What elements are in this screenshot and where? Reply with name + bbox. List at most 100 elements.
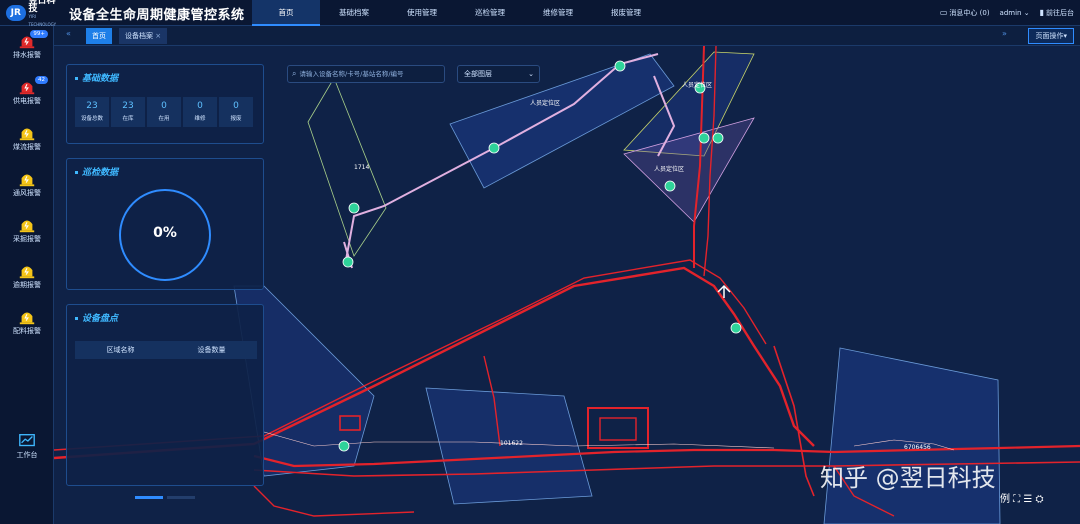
stat-value: 0 — [197, 101, 203, 111]
sidebar-item-drainage-alarm[interactable]: 99+ 排水报警 — [0, 30, 54, 60]
user-menu[interactable]: admin ⌄ — [1000, 9, 1030, 17]
stat-label: 设备总数 — [80, 116, 103, 122]
stat-scrapped: 0 报废 — [219, 97, 253, 127]
stat-value: 23 — [122, 101, 134, 111]
tabs-scroll-right-icon[interactable]: » — [1002, 29, 1007, 38]
chevron-down-icon: ⌄ — [1023, 9, 1030, 17]
sidebar-item-label: 供电报警 — [13, 97, 41, 105]
user-name: admin — [999, 9, 1022, 17]
stat-in-use: 0 在用 — [147, 97, 181, 127]
sidebar-item-material-alarm[interactable]: 配料报警 — [0, 308, 54, 336]
search-icon: ⌕ — [292, 69, 297, 78]
stat-value: 23 — [86, 101, 98, 111]
red-alarm-icon — [19, 82, 35, 95]
map-label: 101622 — [500, 440, 523, 447]
map-label: 人员定位区 — [682, 82, 713, 89]
sidebar-item-coal-flow-alarm[interactable]: 煤流报警 — [0, 124, 54, 152]
workbench-label: 工作台 — [16, 451, 38, 459]
sidebar-item-label: 排水报警 — [13, 51, 41, 59]
column-area-name: 区域名称 — [106, 346, 135, 354]
nav-usage-management[interactable]: 使用管理 — [388, 0, 456, 26]
message-center-label: 消息中心 (0) — [949, 9, 990, 17]
map-label: 人员定位区 — [530, 100, 561, 107]
nav-inspection-management[interactable]: 巡检管理 — [456, 0, 524, 26]
sidebar-item-overdue-alarm[interactable]: 逾期报警 — [0, 262, 54, 290]
inspection-percent: 0% — [153, 225, 177, 241]
workbench-button[interactable]: 工作台 — [0, 432, 54, 460]
top-bar: JR 翌日科技 YIRI TECHNOLOGY 设备全生命周期健康管控系统 首页… — [0, 0, 1080, 27]
inventory-table-header: 区域名称 设备数量 — [75, 341, 257, 359]
pager-dot-active[interactable] — [135, 496, 163, 499]
sidebar-item-power-alarm[interactable]: 42 供电报警 — [0, 76, 54, 106]
inventory-title: 设备盘点 — [75, 311, 118, 324]
map-tools[interactable]: 例 ⛶ ☰ ⛭ — [1000, 490, 1044, 505]
close-icon[interactable]: × — [155, 32, 161, 40]
tab-home[interactable]: 首页 — [86, 28, 112, 44]
goto-backend-link[interactable]: ▮ 前往后台 — [1040, 8, 1074, 18]
stat-in-stock: 23 在库 — [111, 97, 145, 127]
yellow-alarm-icon — [19, 128, 35, 141]
nav-scrap-management[interactable]: 报废管理 — [592, 0, 660, 26]
message-icon: ▭ — [939, 8, 948, 17]
company-logo: JR 翌日科技 YIRI TECHNOLOGY — [6, 0, 64, 27]
stat-value: 0 — [161, 101, 167, 111]
sidebar-item-mining-alarm[interactable]: 采掘报警 — [0, 216, 54, 244]
sidebar-item-label: 逾期报警 — [13, 281, 41, 289]
tabs-bar: « 首页 设备档案 × » 页面操作▾ — [54, 26, 1080, 46]
workbench-chart-icon — [19, 434, 35, 447]
stat-label: 在用 — [158, 116, 170, 122]
tabs-scroll-left-icon[interactable]: « — [66, 29, 71, 38]
caret-down-icon: ▾ — [1063, 32, 1067, 40]
device-search-input[interactable] — [299, 70, 440, 78]
sidebar-item-label: 煤流报警 — [13, 143, 41, 151]
inspection-data-title: 巡检数据 — [75, 165, 118, 178]
nav-basic-archive[interactable]: 基础档案 — [320, 0, 388, 26]
sidebar-item-label: 采掘报警 — [13, 235, 41, 243]
tab-device-archive[interactable]: 设备档案 × — [119, 28, 168, 44]
page-op-label: 页面操作 — [1035, 32, 1064, 40]
alarm-count-badge: 42 — [35, 76, 48, 84]
chevron-down-icon: ⌄ — [528, 70, 534, 78]
yellow-alarm-icon — [19, 174, 35, 187]
inventory-panel: 设备盘点 区域名称 设备数量 — [66, 304, 264, 486]
device-search-box[interactable]: ⌕ — [287, 65, 445, 83]
zone-polygon — [823, 347, 1001, 524]
sidebar-item-label: 通风报警 — [13, 189, 41, 197]
inspection-progress-ring: 0% — [119, 189, 211, 281]
yellow-alarm-icon — [19, 312, 35, 325]
message-center-link[interactable]: ▭ 消息中心 (0) — [940, 8, 990, 18]
nav-home[interactable]: 首页 — [252, 0, 320, 26]
system-title: 设备全生命周期健康管控系统 — [69, 8, 245, 23]
zone-polygon — [307, 77, 387, 257]
stat-repair: 0 维修 — [183, 97, 217, 127]
alarm-sidebar: 99+ 排水报警 42 供电报警 煤流报警 通风报警 采掘报警 逾期报警 配料报… — [0, 26, 54, 524]
layer-select-value: 全部图层 — [464, 70, 492, 78]
bar-chart-icon: ▮ — [1039, 8, 1044, 17]
logo-mark: JR — [6, 5, 26, 21]
stat-label: 在库 — [122, 116, 134, 122]
nav-repair-management[interactable]: 维修管理 — [524, 0, 592, 26]
stat-label: 维修 — [194, 116, 206, 122]
sidebar-item-ventilation-alarm[interactable]: 通风报警 — [0, 170, 54, 198]
stat-label: 报废 — [230, 116, 242, 122]
stat-value: 0 — [233, 101, 239, 111]
yellow-alarm-icon — [19, 220, 35, 233]
logo-cn: 翌日科技 — [28, 0, 56, 14]
sidebar-item-label: 配料报警 — [13, 327, 41, 335]
column-device-count: 设备数量 — [197, 346, 226, 354]
main-nav: 首页 基础档案 使用管理 巡检管理 维修管理 报废管理 — [252, 0, 660, 26]
tab-label: 设备档案 — [125, 32, 153, 40]
panel-pager[interactable] — [135, 496, 195, 499]
map-label: 1714 — [354, 164, 370, 171]
inspection-data-panel: 巡检数据 0% — [66, 158, 264, 290]
goto-backend-label: 前往后台 — [1046, 9, 1074, 17]
page-operation-button[interactable]: 页面操作▾ — [1028, 28, 1074, 44]
pager-dot[interactable] — [167, 496, 195, 499]
alarm-count-badge: 99+ — [30, 30, 48, 38]
basic-data-panel: 基础数据 23 设备总数 23 在库 0 在用 0 维修 0 报废 — [66, 64, 264, 144]
yellow-alarm-icon — [19, 266, 35, 279]
map-label: 人员定位区 — [654, 166, 685, 173]
stat-total: 23 设备总数 — [75, 97, 109, 127]
watermark: 知乎 @翌日科技 — [820, 464, 996, 492]
layer-select[interactable]: 全部图层 ⌄ — [457, 65, 540, 83]
